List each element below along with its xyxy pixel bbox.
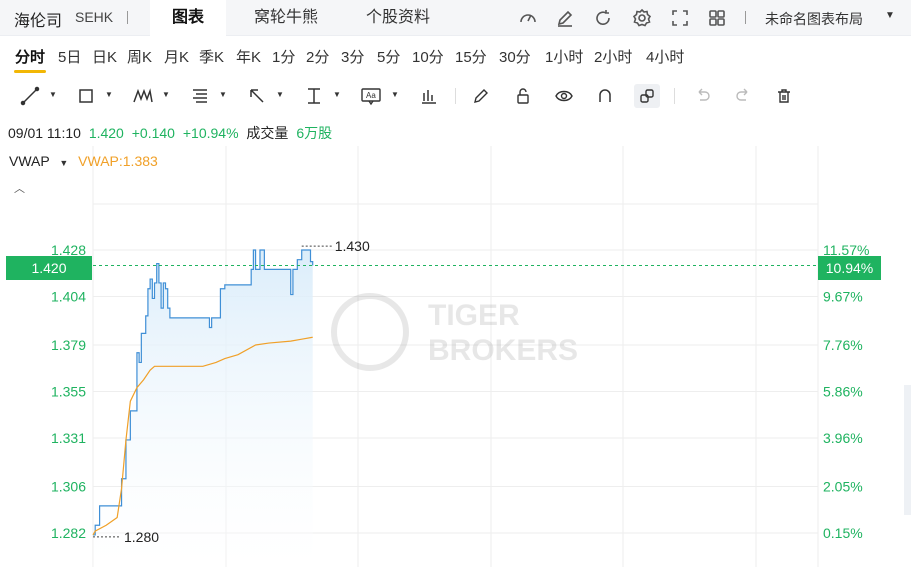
divider bbox=[674, 88, 675, 104]
period-15[interactable]: 2小时 bbox=[594, 46, 632, 67]
period-2[interactable]: 日K bbox=[92, 46, 117, 67]
chevron-down-icon[interactable]: ▼ bbox=[59, 158, 68, 168]
stock-market: SEHK bbox=[75, 9, 114, 25]
y-tick-label: 1.306 bbox=[51, 478, 86, 494]
tab-warrants[interactable]: 窝轮牛熊 bbox=[236, 0, 336, 36]
pct-tick-label: 3.96% bbox=[823, 430, 863, 446]
price-area bbox=[93, 250, 313, 567]
indicator-value: VWAP:1.383 bbox=[78, 153, 158, 169]
period-5[interactable]: 季K bbox=[199, 46, 224, 67]
layout-selector[interactable]: 未命名图表布局 bbox=[765, 9, 863, 29]
refresh-icon[interactable] bbox=[592, 7, 614, 29]
period-6[interactable]: 年K bbox=[236, 46, 261, 67]
chevron-down-icon[interactable]: ▼ bbox=[885, 10, 895, 21]
line-tool-icon[interactable] bbox=[18, 84, 42, 108]
y-tick-label: 1.355 bbox=[51, 384, 86, 400]
watermark-logo-icon bbox=[331, 293, 409, 371]
chevron-down-icon[interactable]: ▼ bbox=[162, 90, 170, 99]
chevron-down-icon[interactable]: ▼ bbox=[333, 90, 341, 99]
period-4[interactable]: 月K bbox=[164, 46, 189, 67]
period-selector: 分时 5日 日K 周K 月K 季K 年K 1分 2分 3分 5分 10分 15分 30分 1小时 2小时 4小时 bbox=[0, 36, 911, 76]
pen-icon[interactable] bbox=[470, 84, 492, 108]
eye-icon[interactable] bbox=[553, 84, 575, 108]
period-8[interactable]: 2分 bbox=[306, 46, 329, 67]
y-tick-label: 1.282 bbox=[51, 525, 86, 541]
indicator-name[interactable]: VWAP bbox=[9, 153, 49, 169]
edit-icon[interactable] bbox=[554, 7, 576, 29]
drawing-toolbar: ▼ ▼ ▼ ▼ ▼ ▼ Aa ▼ bbox=[0, 80, 911, 112]
settings-icon[interactable] bbox=[631, 7, 653, 29]
quote-price: 1.420 bbox=[88, 125, 124, 141]
rectangle-tool-icon[interactable] bbox=[74, 84, 98, 108]
high-label: 1.430 bbox=[335, 238, 370, 254]
pct-tick-label: 0.15% bbox=[823, 525, 863, 541]
period-16[interactable]: 4小时 bbox=[646, 46, 684, 67]
divider bbox=[127, 11, 128, 24]
chevron-down-icon[interactable]: ▼ bbox=[49, 90, 57, 99]
link-icon[interactable] bbox=[634, 84, 660, 108]
current-price-tag: 1.420 bbox=[6, 256, 92, 280]
chevron-down-icon[interactable]: ▼ bbox=[276, 90, 284, 99]
fib-tool-icon[interactable] bbox=[188, 84, 212, 108]
fullscreen-icon[interactable] bbox=[669, 7, 691, 29]
period-7[interactable]: 1分 bbox=[272, 46, 295, 67]
tab-profile[interactable]: 个股资料 bbox=[346, 0, 450, 36]
period-3[interactable]: 周K bbox=[127, 46, 152, 67]
text-tool-icon[interactable]: Aa bbox=[358, 84, 384, 108]
watermark-text: TIGER bbox=[428, 299, 520, 332]
pct-tick-label: 5.86% bbox=[823, 384, 863, 400]
pct-tick-label: 7.76% bbox=[823, 337, 863, 353]
undo-icon[interactable] bbox=[692, 84, 714, 108]
quote-volume: 6万股 bbox=[296, 125, 333, 141]
divider bbox=[455, 88, 456, 104]
chevron-down-icon[interactable]: ▼ bbox=[391, 90, 399, 99]
period-14[interactable]: 1小时 bbox=[545, 46, 583, 67]
quote-datetime: 09/01 11:10 bbox=[8, 125, 81, 141]
period-0[interactable]: 分时 bbox=[15, 46, 45, 67]
svg-text:Aa: Aa bbox=[366, 91, 376, 100]
top-bar: 海伦司 SEHK 图表 窝轮牛熊 个股资料 未命名图表布局 ▼ bbox=[0, 0, 911, 36]
period-1[interactable]: 5日 bbox=[58, 46, 81, 67]
period-11[interactable]: 10分 bbox=[412, 46, 444, 67]
measure-tool-icon[interactable] bbox=[302, 84, 326, 108]
low-label: 1.280 bbox=[124, 529, 159, 545]
pct-tick-label: 9.67% bbox=[823, 289, 863, 305]
period-12[interactable]: 15分 bbox=[455, 46, 487, 67]
quote-change: +0.140 bbox=[131, 125, 175, 141]
tab-chart[interactable]: 图表 bbox=[150, 0, 226, 36]
gauge-icon[interactable] bbox=[517, 7, 539, 29]
chevron-down-icon[interactable]: ▼ bbox=[219, 90, 227, 99]
period-9[interactable]: 3分 bbox=[341, 46, 364, 67]
redo-icon[interactable] bbox=[732, 84, 754, 108]
volume-label: 成交量 bbox=[246, 125, 289, 141]
arrow-tool-icon[interactable] bbox=[245, 84, 269, 108]
current-pct-tag: 10.94% bbox=[818, 256, 881, 280]
y-tick-label: 1.379 bbox=[51, 337, 86, 353]
divider bbox=[745, 11, 746, 24]
chevron-down-icon[interactable]: ▼ bbox=[105, 90, 113, 99]
watermark: TIGERBROKERS bbox=[331, 293, 578, 371]
trash-icon[interactable] bbox=[773, 84, 795, 108]
lock-icon[interactable] bbox=[512, 84, 534, 108]
y-tick-label: 1.331 bbox=[51, 430, 86, 446]
y-tick-label: 1.404 bbox=[51, 289, 86, 305]
intraday-chart[interactable]: TIGERBROKERS1.4301.2801.428 11.57%1.404 9.… bbox=[0, 140, 911, 567]
stock-name: 海伦司 bbox=[14, 13, 63, 30]
pct-tick-label: 2.05% bbox=[823, 478, 863, 494]
wave-tool-icon[interactable] bbox=[130, 84, 156, 108]
magnet-icon[interactable] bbox=[594, 84, 616, 108]
collapse-icon[interactable]: ︿ bbox=[14, 180, 25, 196]
indicator-legend: VWAP ▼ VWAP:1.383 bbox=[9, 153, 158, 169]
period-10[interactable]: 5分 bbox=[377, 46, 400, 67]
period-13[interactable]: 30分 bbox=[499, 46, 531, 67]
active-period-indicator bbox=[14, 70, 46, 73]
watermark-text: BROKERS bbox=[428, 334, 578, 367]
grid-layout-icon[interactable] bbox=[706, 7, 728, 29]
quote-change-pct: +10.94% bbox=[182, 125, 239, 141]
scrollbar[interactable] bbox=[904, 385, 911, 515]
bar-chart-icon[interactable] bbox=[418, 84, 440, 108]
